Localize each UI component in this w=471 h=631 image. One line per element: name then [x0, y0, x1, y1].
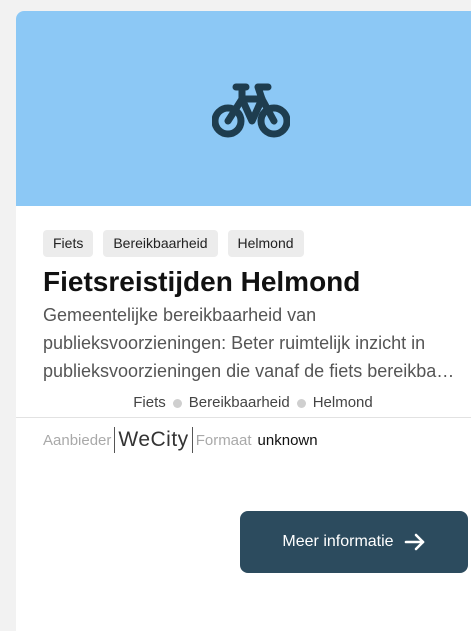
keyword: Bereikbaarheid: [188, 394, 290, 411]
dataset-card[interactable]: Fiets Bereikbaarheid Helmond Fietsreisti…: [16, 11, 471, 631]
bicycle-icon: [212, 83, 290, 137]
keyword: Fiets: [133, 394, 166, 411]
format-label: Formaat: [195, 431, 252, 449]
arrow-right-icon: [404, 533, 424, 551]
provider-logo: WeCity: [118, 428, 189, 451]
card-title[interactable]: Fietsreistijden Helmond: [43, 265, 471, 299]
keyword: Helmond: [312, 394, 373, 411]
card-hero: [16, 11, 471, 206]
separator-dot: [296, 398, 306, 408]
card-meta: Aanbieder WeCity Formaat unknown: [16, 417, 471, 453]
tag[interactable]: Helmond: [227, 230, 304, 257]
divider: [114, 427, 116, 453]
tag[interactable]: Bereikbaarheid: [103, 230, 218, 257]
format-value: unknown: [257, 431, 318, 449]
keyword-list: Fiets Bereikbaarheid Helmond: [43, 394, 463, 411]
more-info-button[interactable]: Meer informatie: [240, 511, 468, 573]
more-info-label: Meer informatie: [282, 533, 394, 550]
divider: [191, 427, 193, 453]
tag-list: Fiets Bereikbaarheid Helmond: [43, 230, 471, 257]
card-description: Gemeentelijke bereikbaarheid van publiek…: [43, 305, 453, 381]
tag[interactable]: Fiets: [43, 230, 94, 257]
separator-dot: [172, 398, 182, 408]
provider-label: Aanbieder: [43, 431, 112, 449]
